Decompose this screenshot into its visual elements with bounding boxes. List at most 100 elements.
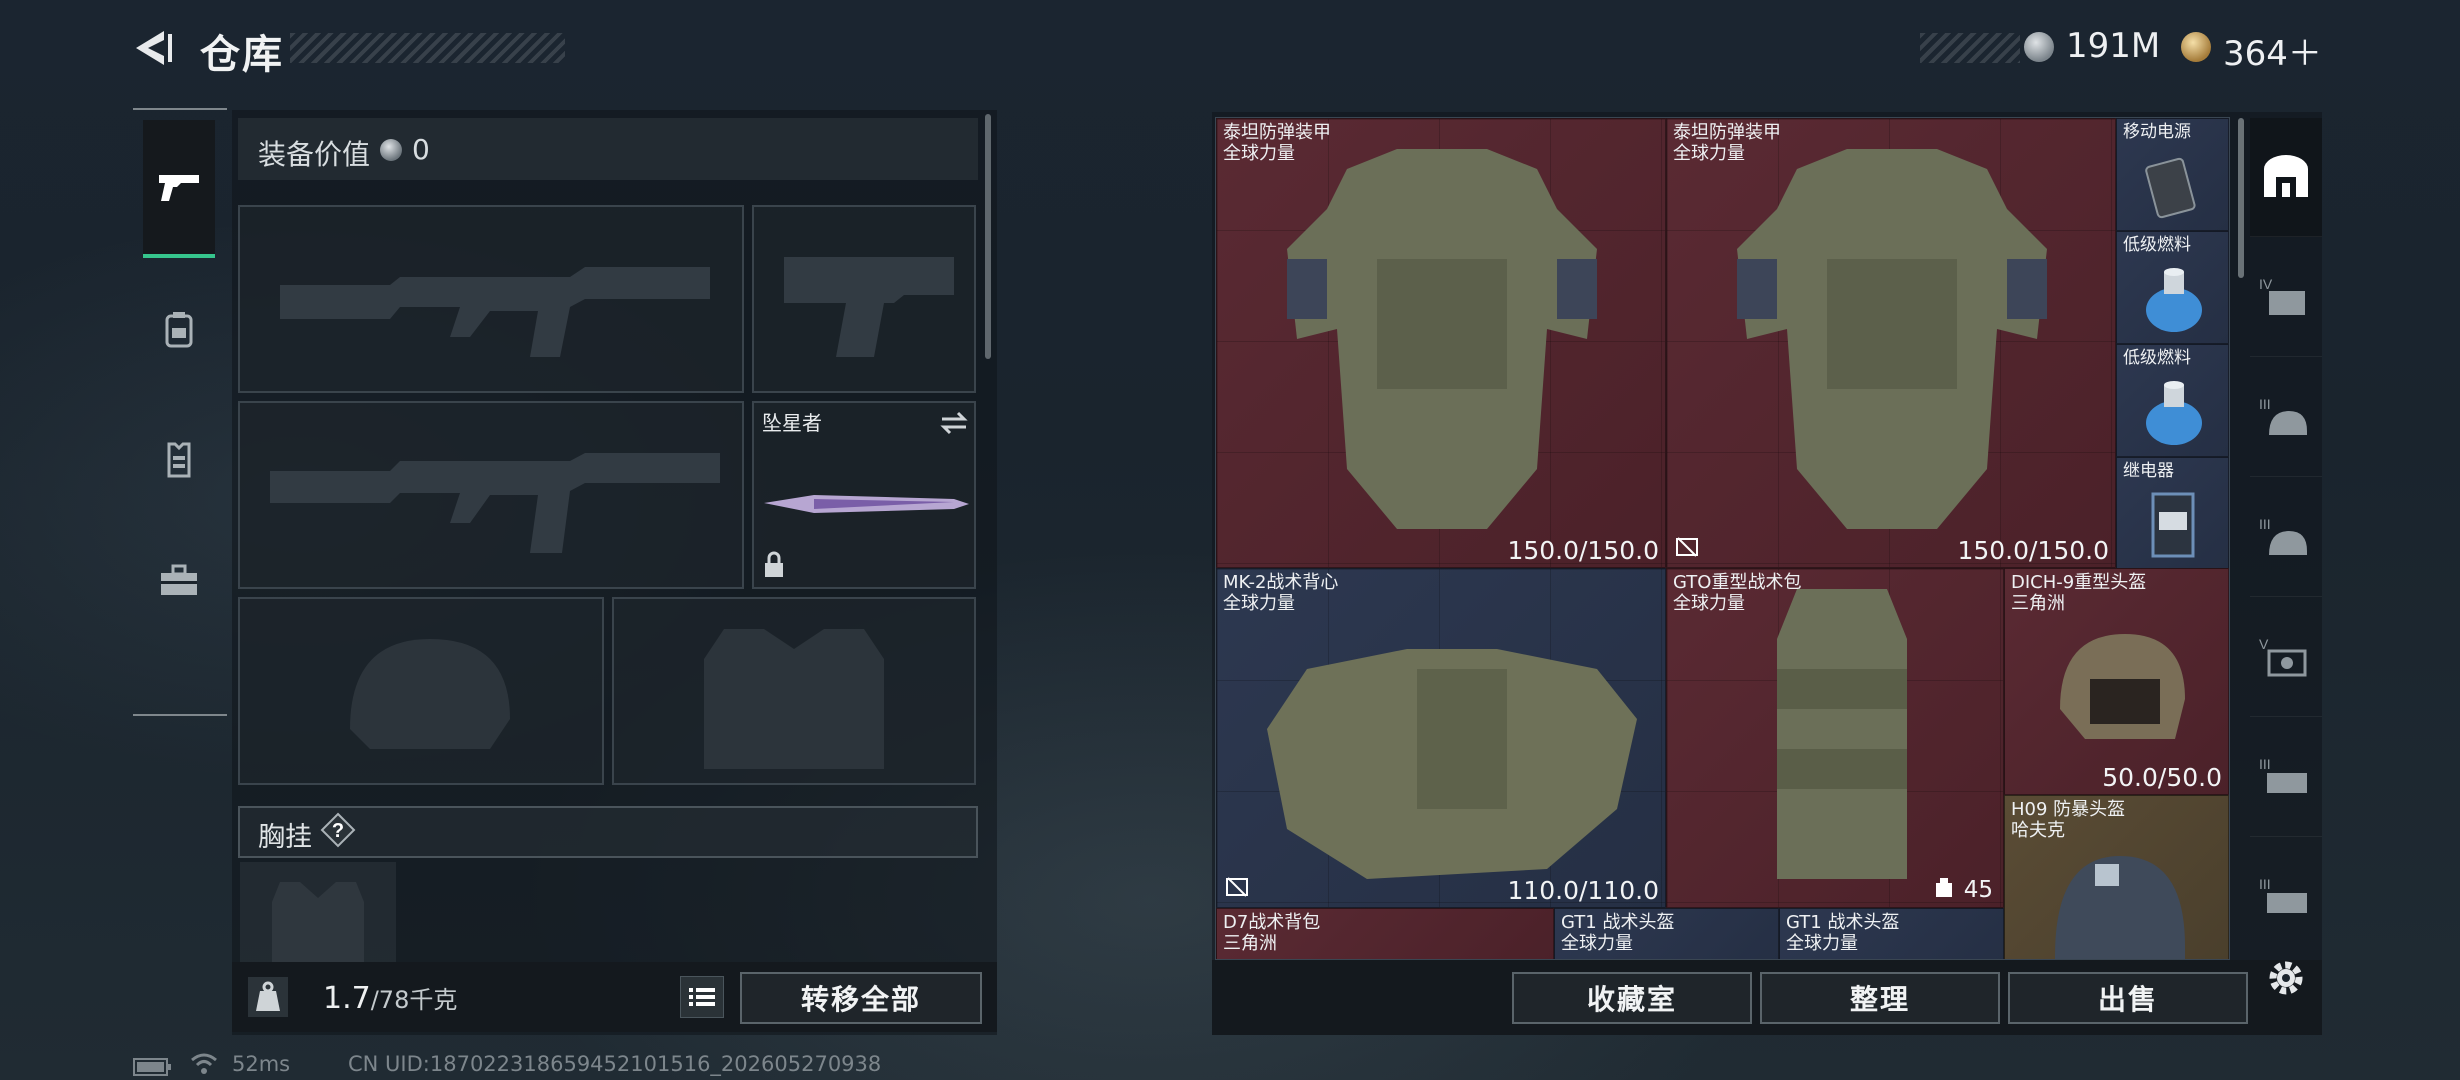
help-icon[interactable]: ? (320, 812, 356, 848)
back-arrow-icon[interactable] (130, 28, 180, 68)
filter-all[interactable] (2250, 118, 2322, 237)
item-durability: 110.0/110.0 (1507, 876, 1659, 905)
armor-vest-icon (1737, 149, 2047, 529)
equipment-scrollbar[interactable] (985, 114, 991, 359)
sell-button[interactable]: 出售 (2008, 972, 2248, 1024)
inventory-scrollbar[interactable] (2238, 118, 2244, 278)
filter-helmet-iii-b[interactable]: III (2250, 478, 2322, 597)
transfer-all-button[interactable]: 转移全部 (740, 972, 982, 1024)
helmet-silhouette-icon (350, 639, 510, 749)
carry-weight: 1.7/78千克 (323, 981, 458, 1016)
inventory-grid: 泰坦防弹装甲 全球力量 150.0/150.0 泰坦防弹装甲 全球力量 150.0/… (1215, 117, 2230, 960)
rifle-silhouette-icon (270, 453, 720, 553)
power-bank-icon (2145, 157, 2196, 219)
pistol-silhouette-icon (784, 257, 954, 357)
helmet-tier-iii-icon: III (2259, 396, 2307, 435)
silver-coin-icon (2024, 32, 2054, 62)
item-capacity: 45 (1963, 877, 1993, 903)
chest-rig-slot[interactable] (240, 862, 396, 962)
sidearm-slot[interactable] (752, 205, 976, 393)
swap-icon[interactable] (938, 409, 970, 437)
vest-icon (167, 442, 191, 478)
gold-currency[interactable]: 364＋ (2223, 26, 2322, 75)
inventory-item[interactable]: DICH-9重型头盔 三角洲 50.0/50.0 (2004, 568, 2229, 795)
fuel-canister-icon (2146, 381, 2202, 445)
item-name: H09 防暴头盔 哈夫克 (2011, 799, 2126, 841)
inventory-item[interactable]: GT1 战术头盔 全球力量 (1779, 908, 2004, 959)
armor-slot[interactable] (612, 597, 976, 785)
inventory-item[interactable]: GTO重型战术包 全球力量 45 (1666, 568, 2004, 908)
equipment-value-label: 装备价值 (258, 138, 371, 171)
item-name: MK-2战术背心 全球力量 (1223, 572, 1339, 614)
wifi-icon (191, 1053, 217, 1074)
inventory-filter-column: IV III III V III III (2250, 118, 2322, 938)
svg-text:III: III (2259, 876, 2271, 892)
inventory-item[interactable]: 泰坦防弹装甲 全球力量 150.0/150.0 (1666, 118, 2116, 568)
item-durability: 150.0/150.0 (1957, 536, 2109, 565)
sort-button[interactable]: 整理 (1760, 972, 2000, 1024)
inventory-item[interactable]: 低级燃料 (2116, 344, 2229, 457)
battery-icon (133, 1058, 171, 1076)
item-durability: 150.0/150.0 (1507, 536, 1659, 565)
item-name: 移动电源 (2123, 122, 2191, 142)
item-name: 低级燃料 (2123, 235, 2191, 255)
inventory-item[interactable]: MK-2战术背心 全球力量 110.0/110.0 (1216, 568, 1666, 908)
toolbox-icon (161, 564, 197, 595)
tab-rig[interactable] (143, 400, 215, 520)
primary-weapon-slot[interactable] (238, 205, 744, 393)
page-title: 仓库 (200, 32, 284, 78)
heavy-helmet-icon (2060, 634, 2185, 739)
filter-armor-v[interactable]: V (2250, 598, 2322, 717)
svg-text:III: III (2259, 396, 2271, 412)
secondary-weapon-slot[interactable] (238, 401, 744, 589)
item-name: GTO重型战术包 全球力量 (1673, 572, 1802, 614)
item-name: 泰坦防弹装甲 全球力量 (1223, 122, 1331, 164)
inventory-item[interactable]: 低级燃料 (2116, 231, 2229, 344)
svg-text:III: III (2259, 756, 2271, 772)
armor-vest-icon (1287, 149, 1597, 529)
item-durability: 50.0/50.0 (2102, 763, 2222, 792)
rig-tier-iii-icon: III (2259, 756, 2307, 793)
helmet-slot[interactable] (238, 597, 604, 785)
inventory-item[interactable]: 继电器 (2116, 457, 2229, 570)
inventory-item[interactable]: GT1 战术头盔 全球力量 (1554, 908, 1779, 959)
inventory-item[interactable]: D7战术背包 三角洲 (1216, 908, 1554, 959)
pistol-icon (159, 175, 199, 201)
tab-case[interactable] (143, 520, 215, 640)
vest-silhouette-icon (272, 882, 364, 962)
tab-backpack[interactable] (143, 270, 215, 390)
inventory-item[interactable]: 移动电源 (2116, 118, 2229, 231)
currency-decoration (1920, 33, 2020, 63)
loadout-tab-column (133, 108, 227, 716)
silver-coin-icon (380, 139, 402, 161)
tab-weapons[interactable] (143, 120, 215, 258)
item-name: D7战术背包 三角洲 (1223, 912, 1321, 954)
no-repair-icon (1676, 537, 1698, 557)
filter-armor-iv[interactable]: IV (2250, 238, 2322, 357)
gold-coin-icon (2181, 32, 2211, 62)
inventory-item[interactable]: 泰坦防弹装甲 全球力量 150.0/150.0 (1216, 118, 1666, 568)
item-name: 继电器 (2123, 461, 2174, 481)
filter-rig-iii[interactable]: III (2250, 718, 2322, 837)
rifle-silhouette-icon (280, 267, 710, 357)
collection-room-button[interactable]: 收藏室 (1512, 972, 1752, 1024)
carry-weight-max: /78千克 (370, 986, 458, 1014)
heavy-backpack-icon (1777, 589, 1907, 879)
svg-text:III: III (2259, 516, 2271, 532)
title-decoration (290, 33, 565, 63)
armor-tier-v-icon: V (2259, 636, 2307, 677)
settings-gear-icon[interactable] (2264, 956, 2308, 1000)
silver-currency[interactable]: 191M (2066, 26, 2160, 66)
filter-helmet-iii[interactable]: III (2250, 358, 2322, 477)
no-repair-icon (1226, 877, 1248, 897)
armor-tier-iv-icon: IV (2259, 276, 2305, 315)
filter-rig-iii-b[interactable]: III (2250, 838, 2322, 956)
equipment-value-amount: 0 (412, 133, 430, 166)
list-view-button[interactable] (680, 976, 724, 1018)
item-name: GT1 战术头盔 全球力量 (1561, 912, 1675, 954)
item-name: 泰坦防弹装甲 全球力量 (1673, 122, 1781, 164)
inventory-item[interactable]: H09 防暴头盔 哈夫克 (2004, 795, 2229, 959)
relay-icon (2151, 492, 2195, 558)
weight-icon (248, 977, 288, 1017)
melee-slot[interactable]: 坠星者 (752, 401, 976, 589)
